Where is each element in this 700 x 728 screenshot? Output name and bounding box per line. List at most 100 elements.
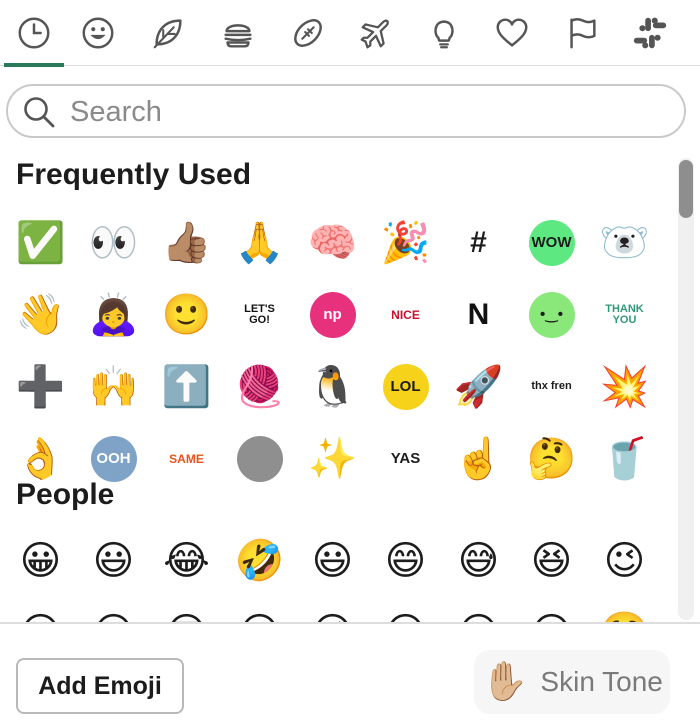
category-tabs xyxy=(0,0,700,67)
emoji-thumbsup-medium-dark[interactable]: 👍🏽 xyxy=(162,218,212,267)
tab-smileys[interactable] xyxy=(64,0,132,66)
emoji-nice-custom[interactable]: NICE xyxy=(381,290,430,339)
emoji-arrow-up[interactable]: ⬆️ xyxy=(162,362,212,411)
leaf-icon xyxy=(153,19,182,49)
custom-emoji-image: •‿• xyxy=(528,291,575,338)
emoji-hashtag-custom[interactable]: # xyxy=(454,218,503,267)
burger-icon xyxy=(224,24,252,48)
emoji-smile[interactable]: 😄 xyxy=(381,536,430,585)
emoji-grid-people: 😀 😃 😂 🤣 😃 😄 😅 😆 😉 😊 😋 😎 😍 😘 😗 😙 😚 ☺️ xyxy=(16,536,650,623)
tab-food[interactable] xyxy=(204,0,272,66)
emoji-boom[interactable]: 💥 xyxy=(600,362,650,411)
emoji-yum[interactable]: 😋 xyxy=(89,608,138,623)
emoji-coke-custom[interactable]: 🥤 xyxy=(600,434,650,483)
emoji-penguin[interactable]: 🐧 xyxy=(308,362,358,411)
slack-icon xyxy=(633,17,667,49)
picker-footer: Add Emoji ✋🏼 Skin Tone xyxy=(0,622,700,728)
emoji-pray[interactable]: 🙏 xyxy=(235,218,285,267)
emoji-laughing[interactable]: 😆 xyxy=(527,536,576,585)
custom-emoji-image: WOW xyxy=(528,219,575,266)
emoji-yarn[interactable]: 🧶 xyxy=(235,362,285,411)
emoji-wow-custom[interactable]: WOW xyxy=(527,218,576,267)
add-emoji-button[interactable]: Add Emoji xyxy=(16,658,184,714)
emoji-lets-go-custom[interactable]: LET'S GO! xyxy=(235,290,284,339)
emoji-same-custom[interactable]: SAME xyxy=(162,434,211,483)
emoji-smile-pixel-custom[interactable]: 🙂 xyxy=(162,290,212,339)
emoji-raised-hands[interactable]: 🙌 xyxy=(89,362,139,411)
tab-travel[interactable] xyxy=(342,0,410,66)
custom-emoji-image: THANK YOU xyxy=(601,291,648,338)
emoji-blob-smile-custom[interactable]: •‿• xyxy=(527,290,576,339)
emoji-list[interactable]: Frequently Used ✅ 👀 👍🏽 🙏 🧠 🎉 # WOW 🐻‍❄️ 👋 🙇‍♀️ 🙂 LET… xyxy=(0,150,672,622)
clock-icon xyxy=(18,17,50,49)
section-title-people: People xyxy=(16,478,115,511)
emoji-thx-fren-custom[interactable]: thx fren xyxy=(527,362,576,411)
tab-custom[interactable] xyxy=(616,0,684,66)
emoji-kissing-closed-eyes[interactable]: 😚 xyxy=(527,608,576,623)
emoji-sunglasses[interactable]: 😎 xyxy=(162,608,211,623)
custom-emoji-image: NICE xyxy=(382,291,429,338)
emoji-grid-frequently-used: ✅ 👀 👍🏽 🙏 🧠 🎉 # WOW 🐻‍❄️ 👋 🙇‍♀️ 🙂 LET'S GO! np NICE N •‿•… xyxy=(16,218,649,483)
emoji-kissing-heart[interactable]: 😘 xyxy=(308,608,357,623)
emoji-heavy-plus-sign[interactable]: ➕ xyxy=(16,362,66,411)
custom-emoji-image: # xyxy=(455,219,502,266)
emoji-thank-you-custom[interactable]: THANK YOU xyxy=(600,290,649,339)
emoji-smile-open[interactable]: 😃 xyxy=(308,536,357,585)
search-input[interactable] xyxy=(70,94,650,130)
smiley-icon xyxy=(82,17,114,49)
lightbulb-icon xyxy=(434,20,454,49)
emoji-grinning[interactable]: 😀 xyxy=(16,536,65,585)
emoji-sweat-smile[interactable]: 😅 xyxy=(454,536,503,585)
emoji-tada[interactable]: 🎉 xyxy=(381,218,431,267)
custom-emoji-image: np xyxy=(309,291,356,338)
emoji-photo-custom[interactable] xyxy=(235,434,284,483)
search-box[interactable] xyxy=(6,84,686,138)
custom-emoji-image: thx fren xyxy=(528,363,575,410)
custom-emoji-image: LET'S GO! xyxy=(236,291,283,338)
emoji-polar-bear-custom[interactable]: 🐻‍❄️ xyxy=(600,218,650,267)
airplane-icon xyxy=(360,19,389,49)
emoji-ok-hand[interactable]: 👌 xyxy=(16,434,66,483)
raised-hand-icon: ✋🏼 xyxy=(481,661,529,703)
emoji-relaxed[interactable]: ☺️ xyxy=(600,608,650,623)
tab-objects[interactable] xyxy=(410,0,478,66)
tab-symbols[interactable] xyxy=(478,0,546,66)
tab-flags[interactable] xyxy=(548,0,616,66)
scrollbar[interactable] xyxy=(678,158,694,620)
emoji-point-up[interactable]: ☝️ xyxy=(454,434,504,483)
tab-recent[interactable] xyxy=(0,0,68,67)
custom-emoji-image: LOL xyxy=(382,363,429,410)
skin-tone-label: Skin Tone xyxy=(540,666,663,697)
emoji-brain[interactable]: 🧠 xyxy=(308,218,358,267)
emoji-eyes[interactable]: 👀 xyxy=(89,218,139,267)
emoji-joy[interactable]: 😂 xyxy=(162,536,211,585)
tab-activity[interactable] xyxy=(274,0,342,66)
emoji-smiley[interactable]: 😃 xyxy=(89,536,138,585)
custom-emoji-image: N xyxy=(455,291,502,338)
custom-emoji-image: OOH xyxy=(90,435,137,482)
emoji-heart-eyes[interactable]: 😍 xyxy=(235,608,284,623)
emoji-kissing[interactable]: 😗 xyxy=(381,608,430,623)
skin-tone-button[interactable]: ✋🏼 Skin Tone xyxy=(474,650,670,714)
emoji-thinking-face[interactable]: 🤔 xyxy=(527,434,577,483)
emoji-white-check-mark[interactable]: ✅ xyxy=(16,218,66,267)
emoji-sparkles[interactable]: ✨ xyxy=(308,434,358,483)
emoji-lol-custom[interactable]: LOL xyxy=(381,362,430,411)
emoji-notion-custom[interactable]: N xyxy=(454,290,503,339)
emoji-wink[interactable]: 😉 xyxy=(600,536,649,585)
emoji-ooh-custom[interactable]: OOH xyxy=(89,434,138,483)
flag-icon xyxy=(570,17,596,49)
tab-nature[interactable] xyxy=(134,0,202,66)
emoji-yas-custom[interactable]: YAS xyxy=(381,434,430,483)
emoji-wave[interactable]: 👋 xyxy=(16,290,66,339)
scrollbar-thumb[interactable] xyxy=(679,160,693,218)
emoji-woman-bowing[interactable]: 🙇‍♀️ xyxy=(89,290,139,339)
emoji-np-custom[interactable]: np xyxy=(308,290,357,339)
custom-emoji-image: YAS xyxy=(382,435,429,482)
emoji-blush[interactable]: 😊 xyxy=(16,608,65,623)
custom-emoji-image: SAME xyxy=(163,435,210,482)
football-icon xyxy=(294,19,322,47)
emoji-rolling-on-the-floor-laughing[interactable]: 🤣 xyxy=(235,536,285,585)
emoji-rocket[interactable]: 🚀 xyxy=(454,362,504,411)
emoji-kissing-smiling-eyes[interactable]: 😙 xyxy=(454,608,503,623)
